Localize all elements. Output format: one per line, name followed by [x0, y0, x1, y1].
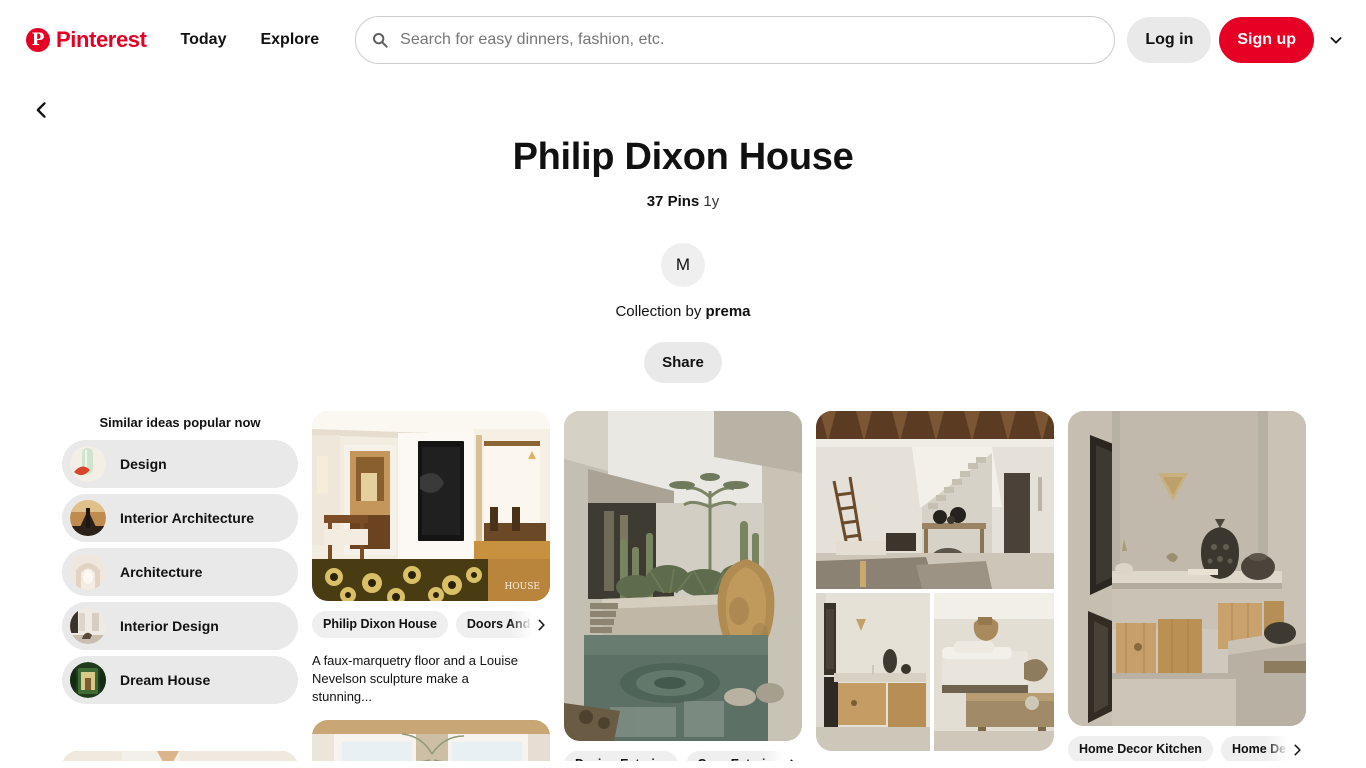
- sidebar-item-interior-design[interactable]: Interior Design: [62, 601, 298, 650]
- collection-byline: Collection by prema: [0, 303, 1366, 320]
- search-input[interactable]: [400, 31, 1099, 49]
- pin-column-2: Design Exterior Casa Exterior Interior: [564, 410, 802, 761]
- signup-button[interactable]: Sign up: [1219, 17, 1314, 63]
- chevron-right-icon[interactable]: [784, 756, 802, 761]
- pin-image-palm-atrium[interactable]: [312, 719, 550, 761]
- chevron-down-icon[interactable]: [1324, 28, 1348, 52]
- search-bar[interactable]: [355, 16, 1116, 64]
- pin-card: Interior Design Art Interior Spaces: [816, 410, 1054, 761]
- similar-ideas-title: Similar ideas popular now: [99, 414, 261, 430]
- pin-column-3: Interior Design Art Interior Spaces: [816, 410, 1054, 761]
- dream-house-thumb: [70, 661, 106, 698]
- sidebar-item-architecture[interactable]: Architecture: [62, 547, 298, 596]
- sidebar-item-label: Interior Design: [120, 617, 219, 634]
- sidebar-item-design[interactable]: Design: [62, 439, 298, 488]
- pin-tag[interactable]: Philip Dixon House: [312, 611, 448, 639]
- pin-image-rustic-collage[interactable]: [816, 410, 1054, 751]
- pin-grid: HOUSE Philip Dixon House Doors And Floor…: [312, 410, 1308, 761]
- sidebar-item-dream-house[interactable]: Dream House: [62, 655, 298, 704]
- pin-image-plaster-kitchen[interactable]: [1068, 410, 1306, 726]
- architecture-thumb: [70, 553, 106, 590]
- board-header: Philip Dixon House 37 Pins 1y M Collecti…: [0, 80, 1366, 383]
- sidebar-extra-pin[interactable]: [62, 750, 298, 761]
- board-age: 1y: [703, 192, 720, 210]
- pinterest-logo-icon: P: [26, 28, 50, 52]
- login-button[interactable]: Log in: [1127, 17, 1212, 63]
- pinterest-home-link[interactable]: P Pinterest: [20, 23, 153, 57]
- pin-description: A faux-marquetry floor and a Louise Neve…: [312, 652, 518, 704]
- board-meta: 37 Pins 1y: [0, 193, 1366, 210]
- chevron-right-icon[interactable]: [532, 616, 550, 634]
- sidebar-item-label: Interior Architecture: [120, 509, 255, 526]
- similar-ideas-panel: Similar ideas popular now Design Interio…: [62, 415, 298, 710]
- collection-by-label: Collection by: [615, 302, 706, 320]
- pin-tag[interactable]: Home Decor Kitchen: [1068, 736, 1213, 761]
- board-content-area: Similar ideas popular now Design Interio…: [0, 410, 1366, 761]
- board-pin-count: 37 Pins: [646, 192, 700, 210]
- pin-image-courtyard-pool[interactable]: [564, 410, 802, 741]
- nav-item-today[interactable]: Today: [167, 21, 241, 59]
- search-icon: [372, 32, 388, 48]
- interior-design-thumb: [70, 607, 106, 644]
- pin-card: HOUSE Philip Dixon House Doors And Floor…: [312, 410, 550, 706]
- nav-item-explore[interactable]: Explore: [246, 21, 333, 59]
- sidebar-item-label: Design: [120, 455, 167, 472]
- interior-architecture-thumb: [70, 499, 106, 536]
- pin-image-hallway[interactable]: HOUSE: [312, 410, 550, 601]
- top-navigation-bar: P Pinterest Today Explore Log in Sign up: [0, 0, 1366, 80]
- pinterest-wordmark: Pinterest: [56, 27, 147, 52]
- chevron-left-icon: [32, 100, 52, 125]
- sidebar-item-interior-architecture[interactable]: Interior Architecture: [62, 493, 298, 542]
- share-button[interactable]: Share: [644, 341, 722, 383]
- board-title: Philip Dixon House: [512, 136, 854, 178]
- pin-tag-row: Home Decor Kitchen Home Decor Bedroom: [1068, 735, 1306, 761]
- pin-tag-row: Design Exterior Casa Exterior Interior: [564, 750, 802, 761]
- pin-column-1: HOUSE Philip Dixon House Doors And Floor…: [312, 410, 550, 761]
- chevron-right-icon[interactable]: [1288, 741, 1306, 759]
- pin-card: Design Exterior Casa Exterior Interior: [564, 410, 802, 761]
- avatar[interactable]: M: [661, 242, 705, 287]
- pin-tag[interactable]: Design Exterior: [564, 751, 679, 761]
- pin-card: Home Decor Kitchen Home Decor Bedroom Ph…: [1068, 410, 1306, 761]
- pin-card: [312, 719, 550, 761]
- svg-text:HOUSE: HOUSE: [504, 582, 540, 592]
- design-thumb: [70, 445, 106, 482]
- board-owner-link[interactable]: prema: [706, 303, 751, 320]
- pin-tag[interactable]: Casa Exterior: [686, 751, 789, 761]
- pin-tag-row: Philip Dixon House Doors And Floors: [312, 610, 550, 639]
- pin-column-4: Home Decor Kitchen Home Decor Bedroom Ph…: [1068, 410, 1306, 761]
- sidebar-item-label: Architecture: [120, 563, 203, 580]
- sidebar-item-label: Dream House: [120, 671, 211, 688]
- back-button[interactable]: [22, 92, 62, 132]
